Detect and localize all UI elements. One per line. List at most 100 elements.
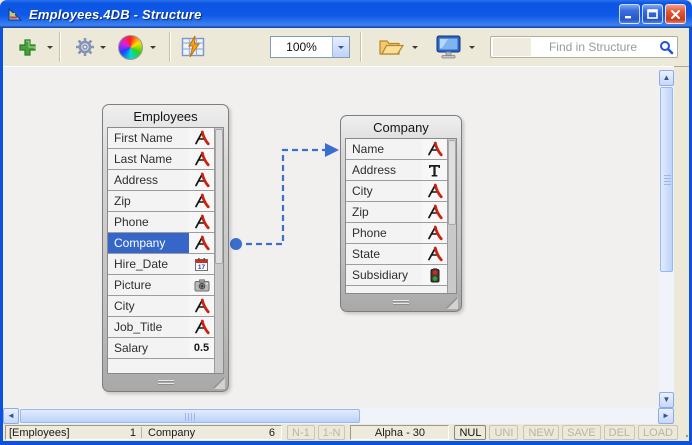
- structure-canvas[interactable]: Employees First NameLast NameAddressZipP…: [3, 66, 674, 409]
- table-grip-icon[interactable]: [393, 299, 409, 306]
- field-row-city[interactable]: City: [108, 296, 214, 317]
- field-row-picture[interactable]: Picture: [108, 275, 214, 296]
- field-row-state[interactable]: State: [346, 244, 447, 265]
- scroll-up-button[interactable]: ▲: [659, 70, 674, 86]
- table-footer: [103, 374, 228, 391]
- relation-arrow-icon: [325, 143, 339, 157]
- search-box: [490, 36, 678, 58]
- search-button[interactable]: [655, 40, 677, 55]
- selection-info-panel: [Employees] 1 Company 6: [5, 425, 282, 440]
- display-button[interactable]: [435, 28, 462, 66]
- alpha-type-icon: [422, 202, 447, 222]
- search-icon: [659, 40, 674, 55]
- status-button-del: DEL: [604, 425, 635, 440]
- status-button-nul[interactable]: NUL: [454, 425, 486, 440]
- text-type-icon: [422, 160, 447, 180]
- field-name: Job_Title: [108, 317, 189, 337]
- alpha-type-icon: [189, 191, 214, 211]
- scroll-left-button[interactable]: ◄: [3, 408, 19, 424]
- table-grip-icon[interactable]: [158, 379, 174, 386]
- status-button-uni: UNI: [489, 425, 518, 440]
- status-bar: [Employees] 1 Company 6 N-11-N Alpha - 3…: [3, 424, 689, 441]
- display-dropdown[interactable]: [469, 28, 475, 66]
- table-title[interactable]: Company: [341, 116, 461, 138]
- colors-button[interactable]: [118, 28, 143, 66]
- field-row-first-name[interactable]: First Name: [108, 128, 214, 149]
- minimize-button[interactable]: [619, 4, 640, 24]
- field-row-address[interactable]: Address: [108, 170, 214, 191]
- open-button[interactable]: [377, 28, 405, 66]
- horizontal-scrollbar[interactable]: ◄ ►: [3, 408, 674, 424]
- maximize-button[interactable]: [642, 4, 663, 24]
- field-list-scrollbar[interactable]: [447, 139, 456, 293]
- field-row-job_title[interactable]: Job_Title: [108, 317, 214, 338]
- window-border: [0, 28, 3, 445]
- add-dropdown[interactable]: [47, 28, 53, 66]
- monitor-icon: [435, 34, 462, 60]
- vertical-scrollbar[interactable]: ▲ ▼: [659, 70, 674, 408]
- window-title: Employees.4DB - Structure: [29, 7, 202, 22]
- zoom-dropdown-button[interactable]: [332, 37, 349, 57]
- alpha-type-icon: [422, 223, 447, 243]
- vertical-scroll-thumb[interactable]: [660, 87, 673, 272]
- boolean-type-icon: [422, 265, 447, 285]
- close-button[interactable]: [665, 4, 686, 24]
- field-row-phone[interactable]: Phone: [108, 212, 214, 233]
- table-resize-handle[interactable]: [447, 298, 458, 309]
- field-row-subsidiary[interactable]: Subsidiary: [346, 265, 447, 286]
- field-row-name[interactable]: Name: [346, 139, 447, 160]
- zoom-combobox[interactable]: 100%: [270, 36, 350, 58]
- open-dropdown[interactable]: [412, 28, 418, 66]
- table-box-employees[interactable]: Employees First NameLast NameAddressZipP…: [102, 104, 229, 392]
- field-name: State: [346, 244, 422, 264]
- field-row-salary[interactable]: Salary0.5: [108, 338, 214, 359]
- colors-dropdown[interactable]: [150, 28, 156, 66]
- table-resize-handle[interactable]: [214, 378, 225, 389]
- table-count: 1: [127, 427, 139, 439]
- real-type-icon: 0.5: [189, 338, 214, 358]
- field-row-company[interactable]: Company: [108, 233, 214, 254]
- app-window: Employees.4DB - Structure: [0, 0, 692, 445]
- zoom-value: 100%: [271, 40, 332, 54]
- field-type-panel: Alpha - 30: [350, 425, 449, 440]
- search-input[interactable]: [531, 39, 655, 55]
- toolbar-separator: [59, 32, 61, 62]
- alpha-type-icon: [189, 233, 214, 253]
- table-box-company[interactable]: Company NameAddressCityZipPhoneStateSubs…: [340, 115, 462, 312]
- field-row-city[interactable]: City: [346, 181, 447, 202]
- minimize-icon: [624, 9, 635, 20]
- field-type-label: Alpha - 30: [375, 427, 425, 439]
- field-row-phone[interactable]: Phone: [346, 223, 447, 244]
- alpha-type-icon: [189, 296, 214, 316]
- toolbar-separator: [169, 32, 171, 62]
- scroll-right-button[interactable]: ►: [658, 408, 674, 424]
- color-wheel-icon: [118, 35, 143, 60]
- field-row-hire_date[interactable]: Hire_Date17: [108, 254, 214, 275]
- field-row-address[interactable]: Address: [346, 160, 447, 181]
- alpha-type-icon: [189, 212, 214, 232]
- relation-buttons-group: N-11-N: [287, 425, 345, 440]
- settings-button[interactable]: [73, 28, 97, 66]
- add-button[interactable]: [17, 28, 38, 66]
- field-name: City: [346, 181, 422, 201]
- alpha-type-icon: [422, 244, 447, 264]
- panel-divider: [141, 427, 142, 438]
- field-row-zip[interactable]: Zip: [108, 191, 214, 212]
- settings-dropdown[interactable]: [100, 28, 106, 66]
- selected-table-label: [Employees]: [9, 427, 127, 439]
- table-wizard-button[interactable]: [181, 28, 205, 66]
- field-list-scrollbar[interactable]: [214, 128, 223, 373]
- close-icon: [670, 9, 681, 20]
- relation-source-dot[interactable]: [230, 238, 242, 250]
- alpha-type-icon: [189, 128, 214, 148]
- toolbar-separator: [360, 32, 362, 62]
- field-row-zip[interactable]: Zip: [346, 202, 447, 223]
- scroll-down-button[interactable]: ▼: [659, 392, 674, 408]
- field-row-last-name[interactable]: Last Name: [108, 149, 214, 170]
- horizontal-scroll-thumb[interactable]: [20, 409, 360, 423]
- field-name: Last Name: [108, 149, 189, 169]
- attribute-buttons-group: NULUNI: [454, 425, 518, 440]
- field-list: First NameLast NameAddressZipPhoneCompan…: [107, 127, 224, 374]
- table-title[interactable]: Employees: [103, 105, 228, 127]
- field-name: Subsidiary: [346, 265, 422, 285]
